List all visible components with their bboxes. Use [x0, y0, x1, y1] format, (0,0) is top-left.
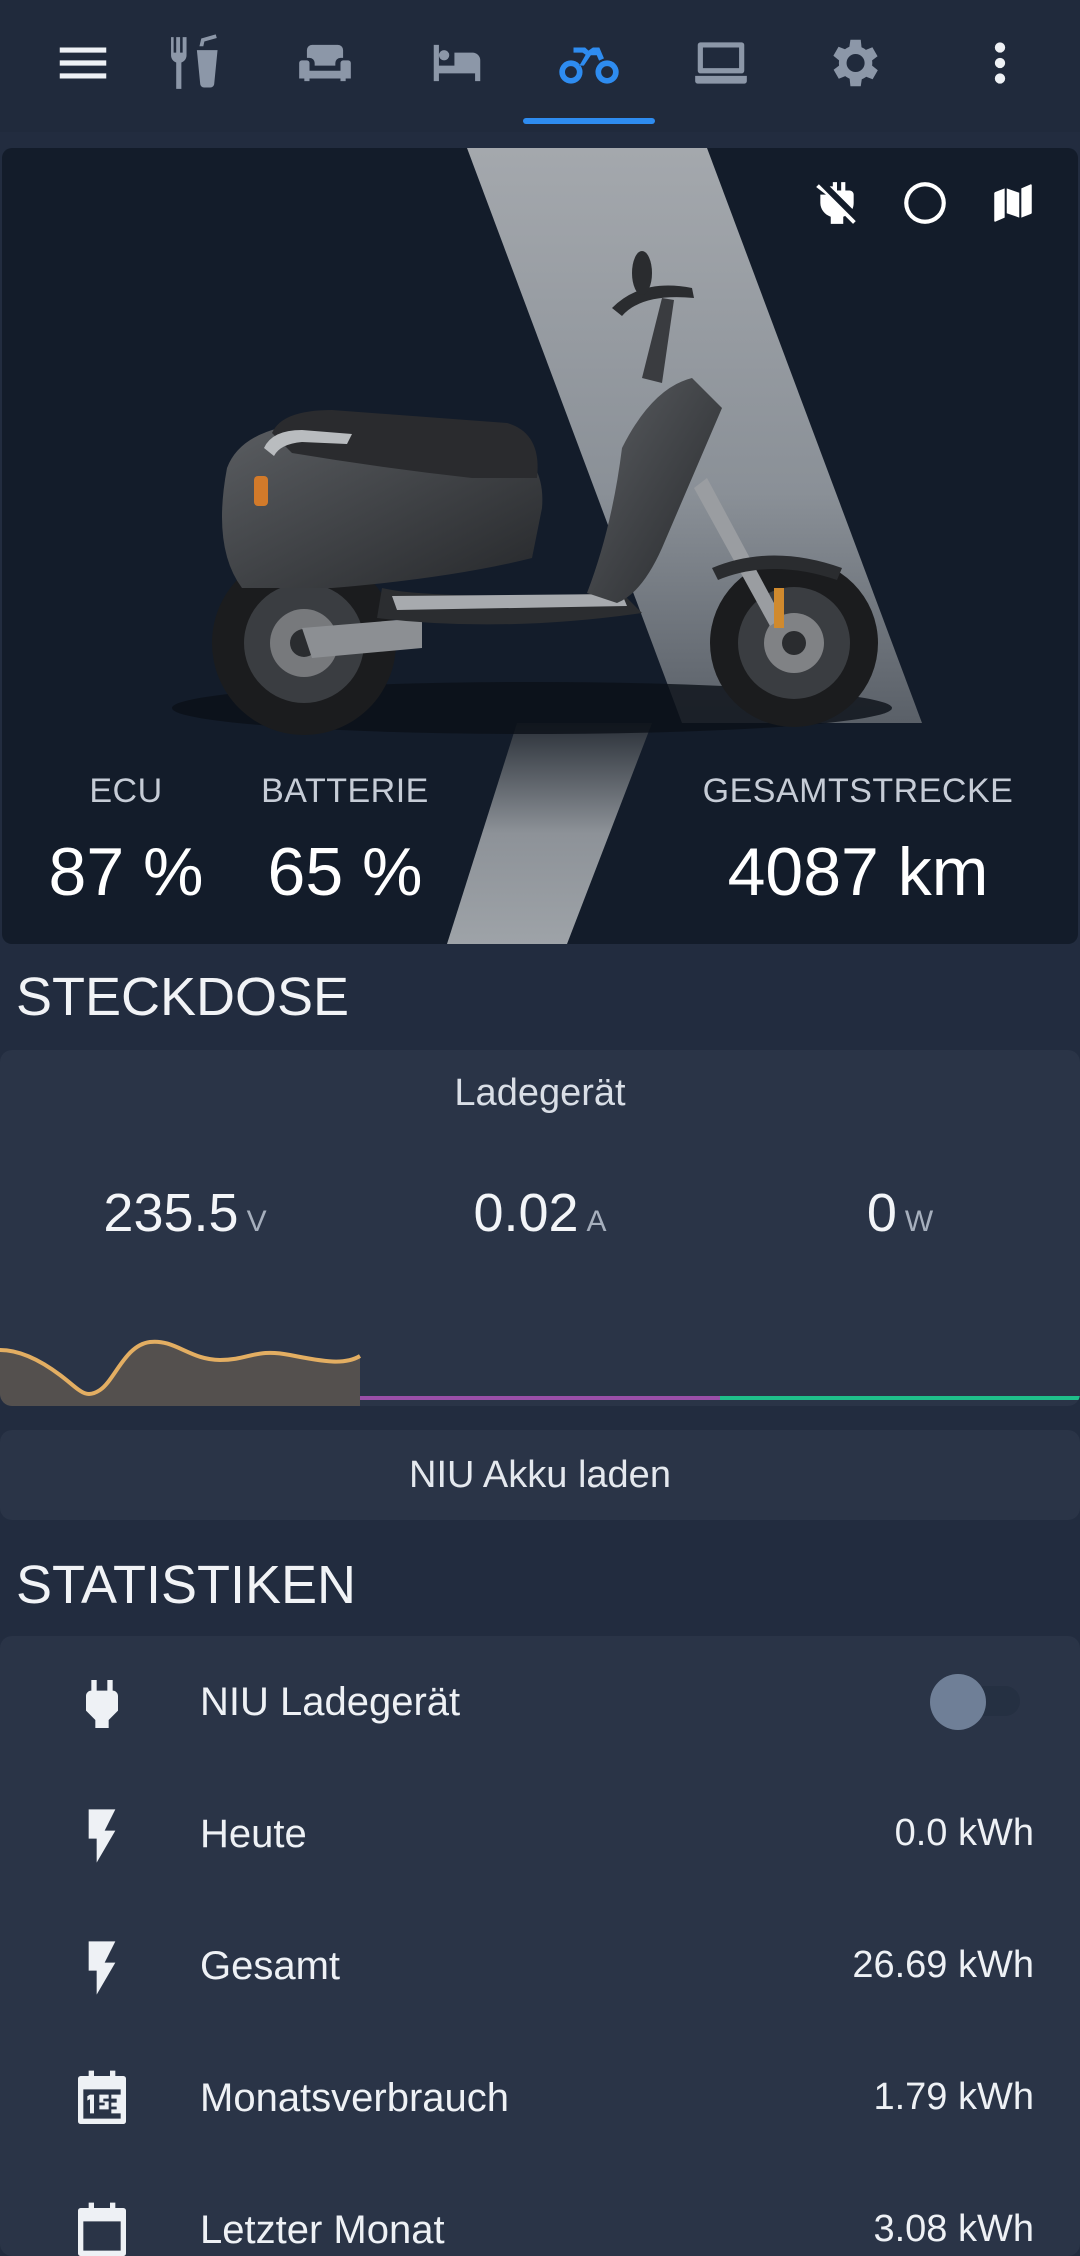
tab-bedroom[interactable] [392, 0, 522, 126]
ecu-stat: ECU 87 % [46, 772, 206, 911]
stat-row-today[interactable]: Heute 0.0 kWh [0, 1768, 1080, 1900]
power-meter: 0W [755, 1182, 1045, 1244]
flash-icon [88, 1809, 116, 1863]
stat-row-value: 3.08 kWh [873, 2208, 1034, 2250]
stat-row-label: Letzter Monat [200, 2208, 445, 2252]
calendar-month-icon [78, 2070, 126, 2124]
calendar-month-icon [78, 2202, 126, 2256]
stat-row-label: Monatsverbrauch [200, 2076, 510, 2120]
current-value: 0.02 [473, 1183, 579, 1243]
stat-row-month[interactable]: Monatsverbrauch 1.79 kWh [0, 2032, 1080, 2164]
power-plug-off-icon [816, 182, 856, 224]
flash-icon-wrap [70, 1936, 134, 2000]
stat-row-value: 0.0 kWh [894, 1812, 1034, 1854]
active-tab-indicator [523, 118, 655, 124]
flash-icon [88, 1941, 116, 1995]
voltage-sparkline-fill [0, 1341, 360, 1406]
charger-toggle[interactable] [930, 1674, 1020, 1730]
tab-office[interactable] [656, 0, 786, 126]
tab-settings[interactable] [788, 0, 918, 126]
socket-power-card[interactable]: Ladegerät 235.5 V 0.02 A 0W [0, 1050, 1080, 1406]
socket-name: Ladegerät [454, 1072, 626, 1114]
power-value: 0 [866, 1183, 897, 1243]
map-button[interactable] [988, 178, 1038, 233]
calendar-icon-wrap [70, 2200, 134, 2256]
dining-icon [169, 34, 218, 89]
battery-label: BATTERIE [261, 772, 429, 810]
charging-status-button[interactable] [812, 178, 862, 233]
toggle-knob [930, 1674, 986, 1730]
power-plug-icon-wrap [70, 1672, 134, 1736]
current-unit: A [586, 1205, 607, 1238]
stat-row-label: Heute [200, 1812, 307, 1856]
tab-dining[interactable] [128, 0, 258, 126]
tab-scooter[interactable] [524, 0, 654, 126]
gear-icon [833, 39, 878, 87]
top-tab-bar [0, 0, 1080, 132]
more-options-button[interactable] [935, 0, 1065, 126]
section-title-socket: STECKDOSE [16, 967, 350, 1027]
stat-row-label: NIU Ladegerät [200, 1680, 461, 1724]
scooter-status-card[interactable]: ECU 87 % BATTERIE 65 % GESAMTSTRECKE 408… [2, 148, 1078, 944]
menu-icon [59, 47, 107, 79]
stat-row-value: 1.79 kWh [873, 2076, 1034, 2118]
power-unit: W [904, 1205, 934, 1238]
voltage-meter: 235.5 V [40, 1182, 330, 1244]
calendar-icon-wrap [70, 2068, 134, 2132]
mileage-value: 4087 km [727, 834, 989, 910]
section-title-statistics: STATISTIKEN [16, 1555, 357, 1615]
history-sparklines [0, 1339, 1080, 1406]
stat-row-label: Gesamt [200, 1944, 341, 1988]
tab-living-room[interactable] [260, 0, 390, 126]
flash-icon-wrap [70, 1804, 134, 1868]
statistics-card: NIU Ladegerät Heute 0.0 kWh Gesamt 26.69… [0, 1636, 1080, 2256]
ecu-label: ECU [89, 772, 163, 810]
mileage-label: GESAMTSTRECKE [702, 772, 1014, 810]
voltage-value: 235.5 [103, 1183, 239, 1243]
scooter-action-bar [812, 178, 1038, 233]
stat-row-last-month[interactable]: Letzter Monat 3.08 kWh [0, 2164, 1080, 2256]
battery-value: 65 % [267, 834, 423, 910]
ecu-value: 87 % [48, 834, 204, 910]
mileage-stat: GESAMTSTRECKE 4087 km [688, 772, 1028, 911]
more-vertical-icon [994, 42, 1006, 84]
stat-row-charger[interactable]: NIU Ladegerät [0, 1636, 1080, 1768]
charge-battery-button[interactable]: NIU Akku laden [0, 1430, 1080, 1520]
stat-row-total[interactable]: Gesamt 26.69 kWh [0, 1900, 1080, 2032]
power-plug-icon [86, 1680, 118, 1728]
current-meter: 0.02 A [395, 1182, 685, 1244]
stat-row-value: 26.69 kWh [852, 1944, 1034, 1986]
laptop-icon [695, 42, 747, 84]
voltage-unit: V [246, 1205, 267, 1238]
sofa-icon [299, 44, 351, 82]
bed-icon [433, 44, 481, 82]
battery-stat: BATTERIE 65 % [240, 772, 450, 911]
map-icon [994, 184, 1032, 222]
status-circle-button[interactable] [900, 178, 950, 233]
circle-outline-icon [904, 182, 946, 224]
motorbike-icon [559, 47, 619, 84]
